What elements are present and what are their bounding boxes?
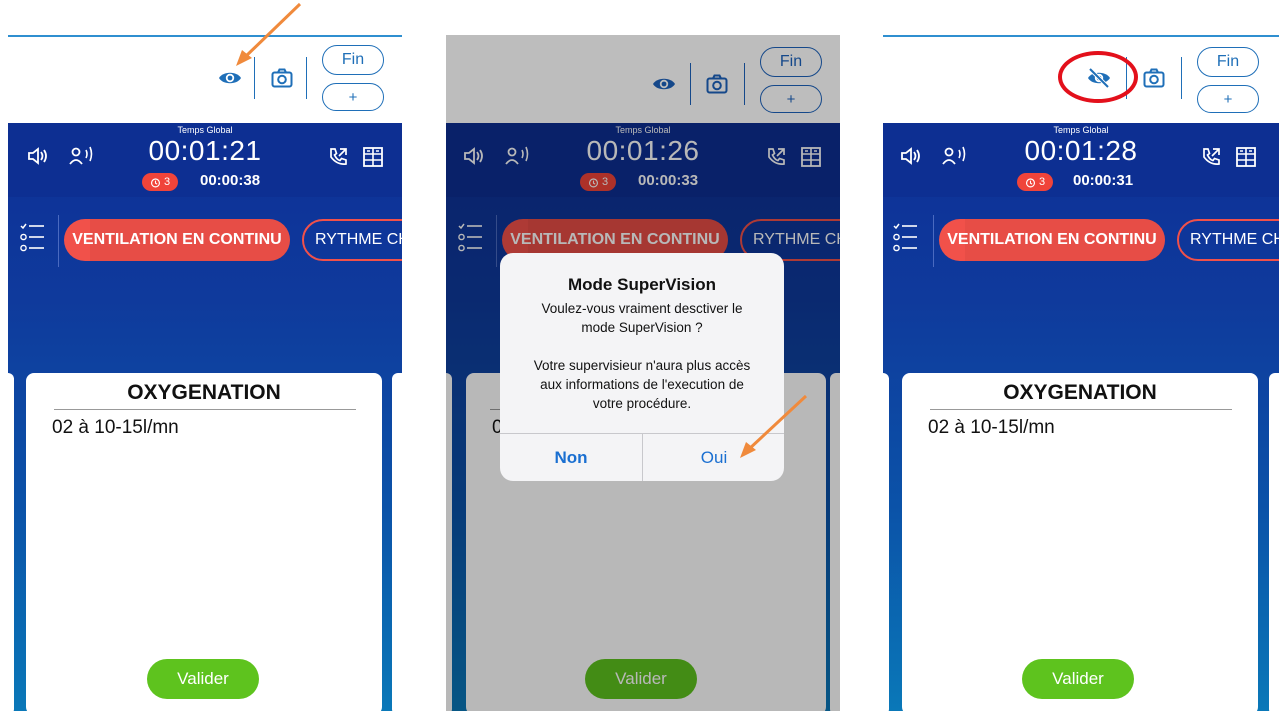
card-divider	[930, 409, 1232, 410]
tab-label: VENTILATION EN CONTINU	[947, 231, 1157, 248]
dialog-message: Voulez-vous vraiment desctiver le mode S…	[514, 299, 770, 413]
highlight-ring	[1058, 51, 1138, 103]
screen-dialog: Fin + Temps Global 00:01:26 3 00:00:33 V…	[446, 35, 840, 711]
plus-button[interactable]: +	[1197, 85, 1259, 113]
phone-callback-icon[interactable]	[326, 145, 350, 169]
dialog-line: votre procédure.	[592, 396, 692, 411]
procedure-card: OXYGENATION 02 à 10-15l/mn Valider	[26, 373, 382, 711]
phone-callback-icon[interactable]	[1199, 145, 1223, 169]
tab-ventilation-en-continu[interactable]: VENTILATION EN CONTINU	[64, 219, 290, 261]
card-divider	[54, 409, 356, 410]
tab-rythme[interactable]: RYTHME CH	[302, 219, 402, 261]
camera-icon[interactable]	[1141, 65, 1167, 91]
sub-timer: 00:00:38	[200, 172, 261, 189]
dialog-line: mode SuperVision ?	[581, 320, 703, 335]
tab-rythme[interactable]: RYTHME CH	[1177, 219, 1279, 261]
next-card-edge	[392, 373, 402, 711]
tab-label: VENTILATION EN CONTINU	[72, 231, 282, 248]
calculator-grid-icon[interactable]	[361, 145, 385, 169]
tab-ventilation-en-continu[interactable]: VENTILATION EN CONTINU	[939, 219, 1165, 261]
status-bar: Temps Global 00:01:28 3 00:00:31	[883, 123, 1279, 197]
checklist-icon[interactable]	[18, 219, 46, 259]
prev-card-edge	[8, 373, 14, 711]
alarm-badge[interactable]: 3	[1017, 173, 1053, 191]
alarm-clock-icon	[150, 177, 160, 187]
checklist-icon[interactable]	[891, 219, 919, 259]
dialog-title: Mode SuperVision	[568, 275, 716, 294]
toolbar-divider	[1181, 57, 1182, 99]
sub-timer: 00:00:31	[1073, 172, 1134, 189]
next-card-edge	[1269, 373, 1279, 711]
alarm-clock-icon	[1025, 177, 1035, 187]
prev-card-edge	[883, 373, 889, 711]
status-bar: Temps Global 00:01:21 3 00:00:38	[8, 123, 402, 197]
plus-button[interactable]: +	[322, 83, 384, 111]
temps-global-label: Temps Global	[1053, 125, 1109, 135]
calculator-grid-icon[interactable]	[1234, 145, 1258, 169]
valider-button[interactable]: Valider	[147, 659, 259, 699]
annotation-arrow	[236, 2, 302, 66]
dialog-line: Voulez-vous vraiment desctiver le	[541, 301, 743, 316]
tabs-divider	[933, 215, 934, 267]
procedure-card: OXYGENATION 02 à 10-15l/mn Valider	[902, 373, 1258, 711]
card-title: OXYGENATION	[1003, 381, 1157, 404]
tabs-divider	[58, 215, 59, 267]
fin-button[interactable]: Fin	[1197, 47, 1259, 77]
alarm-badge[interactable]: 3	[142, 173, 178, 191]
toolbar-dim	[446, 35, 840, 123]
alarm-count: 3	[1038, 176, 1046, 188]
card-title: OXYGENATION	[127, 381, 281, 404]
main-area: Temps Global 00:01:21 3 00:00:38 VENTILA…	[8, 123, 402, 711]
screen-after: Fin + Temps Global 00:01:28 3 00:00:31 V…	[883, 35, 1279, 711]
top-toolbar: Fin +	[883, 35, 1279, 123]
fin-button[interactable]: Fin	[322, 45, 384, 75]
card-instruction: 02 à 10-15l/mn	[52, 417, 179, 438]
valider-button[interactable]: Valider	[1022, 659, 1134, 699]
dialog-spacer	[514, 337, 770, 356]
dialog-line: Votre supervisieur n'aura plus accès	[533, 358, 751, 373]
non-button[interactable]: Non	[500, 434, 642, 481]
annotation-arrow	[740, 394, 808, 458]
card-instruction: 02 à 10-15l/mn	[928, 417, 1055, 438]
top-toolbar: Fin +	[8, 35, 402, 123]
main-area: Temps Global 00:01:28 3 00:00:31 VENTILA…	[883, 123, 1279, 711]
temps-global-label: Temps Global	[177, 125, 233, 135]
dialog-line: aux informations de l'execution de	[540, 377, 744, 392]
alarm-count: 3	[163, 176, 171, 188]
screen-before: Fin + Temps Global 00:01:21 3 00:00:38 V…	[8, 35, 402, 711]
